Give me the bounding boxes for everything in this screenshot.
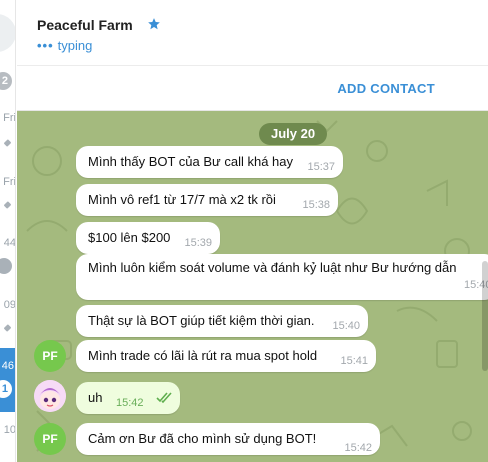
message-text: Mình luôn kiểm soát volume và đánh kỷ lu…	[88, 260, 457, 275]
message-time: 15:38	[302, 199, 330, 211]
date-separator: July 20	[259, 123, 328, 145]
chat-scrollbar[interactable]	[482, 261, 488, 371]
message-time: 15:40	[332, 320, 360, 332]
message-bubble[interactable]: Cảm ơn Bư đã cho mình sử dụng BOT! 15:42	[76, 423, 380, 455]
message-bubble[interactable]: Mình trade có lãi là rút ra mua spot hol…	[76, 340, 376, 372]
chat-list-date: 46	[1, 360, 14, 372]
chat-area[interactable]: July 20 Mình thấy BOT của Bư call khá ha…	[17, 111, 488, 462]
chat-list-item-active[interactable]: 46 1	[0, 348, 15, 412]
typing-label: typing	[57, 38, 93, 53]
user-avatar-image	[34, 380, 66, 412]
chat-list-date: Fri	[3, 112, 16, 124]
message-text: Thật sự là BOT giúp tiết kiệm thời gian.	[88, 313, 315, 328]
muted-icon	[0, 258, 12, 274]
pin-icon	[3, 202, 12, 211]
message-text: $100 lên $200	[88, 230, 171, 245]
unread-badge: 2	[0, 72, 12, 90]
chat-list-strip[interactable]: 2 Fri Fri 44 09 46 1 10	[0, 0, 16, 462]
message-bubble[interactable]: Mình vô ref1 từ 17/7 mà x2 tk rồi 15:38	[76, 184, 338, 216]
message-text: uh	[88, 390, 103, 405]
chat-header[interactable]: Peaceful Farm ••• typing	[17, 0, 488, 66]
message-bubble[interactable]: Thật sự là BOT giúp tiết kiệm thời gian.…	[76, 305, 368, 337]
chat-list-date: 09	[3, 299, 16, 311]
chat-list-date: Fri	[3, 176, 16, 188]
message-bubble[interactable]: Mình luôn kiểm soát volume và đánh kỷ lu…	[76, 254, 488, 300]
typing-status: ••• typing	[37, 38, 92, 53]
chat-list-avatar[interactable]	[0, 14, 15, 52]
unread-badge: 1	[0, 380, 12, 398]
message-text: Mình vô ref1 từ 17/7 mà x2 tk rồi	[88, 192, 276, 207]
pin-icon	[3, 325, 12, 334]
message-text: Cảm ơn Bư đã cho mình sử dụng BOT!	[88, 431, 317, 446]
star-icon	[148, 18, 160, 30]
message-time: 15:41	[340, 355, 368, 367]
user-avatar[interactable]	[34, 380, 66, 412]
message-time: 15:42	[344, 442, 372, 454]
message-bubble-outgoing[interactable]: uh 15:42	[76, 382, 180, 414]
read-receipt-icon	[156, 392, 172, 404]
message-bubble[interactable]: $100 lên $200 15:39	[76, 222, 220, 254]
message-time: 15:39	[184, 237, 212, 249]
chat-title[interactable]: Peaceful Farm	[37, 17, 133, 33]
message-time: 15:37	[307, 161, 335, 173]
action-bar: ADD CONTACT	[17, 66, 488, 111]
chat-list-date: 10	[3, 424, 16, 436]
message-bubble[interactable]: Mình thấy BOT của Bư call khá hay 15:37	[76, 146, 343, 178]
message-text: Mình trade có lãi là rút ra mua spot hol…	[88, 348, 318, 363]
message-time: 15:42	[116, 397, 144, 409]
message-text: Mình thấy BOT của Bư call khá hay	[88, 154, 294, 169]
typing-dots: •••	[37, 38, 54, 53]
sender-avatar[interactable]: PF	[34, 340, 66, 372]
chat-list-date: 44	[3, 237, 16, 249]
sender-avatar[interactable]: PF	[34, 423, 66, 455]
pin-icon	[3, 140, 12, 149]
add-contact-button[interactable]: ADD CONTACT	[337, 81, 435, 96]
